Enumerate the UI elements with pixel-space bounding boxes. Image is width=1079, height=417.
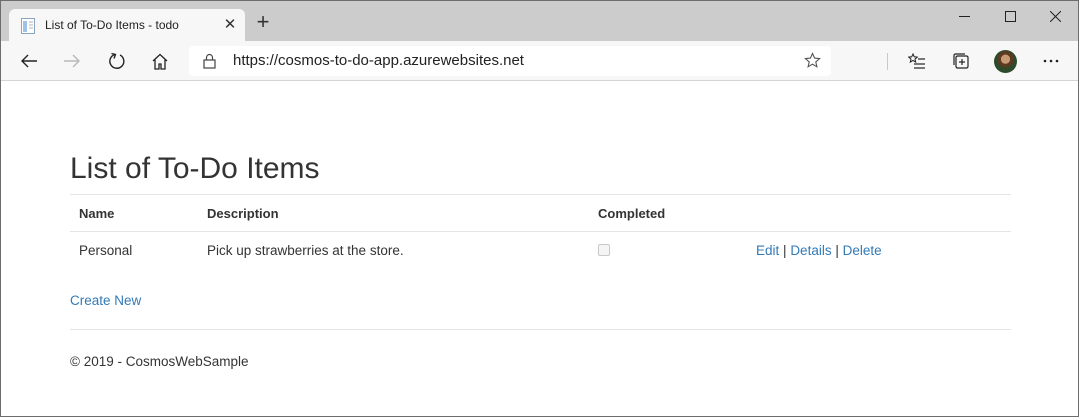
row-actions: Edit | Details | Delete (756, 243, 882, 258)
tab-strip: List of To-Do Items - todo ✕ + (1, 1, 1078, 42)
url-text[interactable]: https://cosmos-to-do-app.azurewebsites.n… (233, 52, 524, 69)
title-divider (70, 194, 1011, 195)
more-options-icon[interactable] (1037, 47, 1065, 75)
tab-close-icon[interactable]: ✕ (221, 16, 239, 34)
back-arrow-icon[interactable] (15, 47, 43, 75)
toolbar-separator (887, 53, 888, 70)
column-header-name: Name (79, 206, 115, 221)
details-link[interactable]: Details (790, 243, 831, 258)
favorite-star-icon[interactable] (804, 52, 821, 69)
browser-toolbar: https://cosmos-to-do-app.azurewebsites.n… (1, 41, 1078, 81)
browser-window: List of To-Do Items - todo ✕ + https://c… (0, 0, 1079, 417)
close-icon[interactable] (1032, 1, 1078, 31)
tab-title: List of To-Do Items - todo (45, 18, 179, 32)
column-header-description: Description (207, 206, 279, 221)
page-title: List of To-Do Items (70, 152, 320, 185)
edit-link[interactable]: Edit (756, 243, 779, 258)
minimize-icon[interactable] (941, 1, 987, 31)
delete-link[interactable]: Delete (843, 243, 882, 258)
row-description: Pick up strawberries at the store. (207, 243, 404, 258)
page-icon (21, 18, 35, 34)
page-content: List of To-Do Items Name Description Com… (1, 82, 1078, 416)
header-divider (70, 231, 1011, 232)
column-header-completed: Completed (598, 206, 666, 221)
action-separator: | (835, 243, 839, 258)
home-icon[interactable] (146, 47, 174, 75)
forward-arrow-icon[interactable] (58, 47, 86, 75)
footer-divider (70, 329, 1011, 330)
profile-avatar[interactable] (994, 50, 1017, 73)
action-separator: | (783, 243, 787, 258)
create-new-link[interactable]: Create New (70, 293, 141, 308)
footer-copyright: © 2019 - CosmosWebSample (70, 354, 249, 369)
lock-icon[interactable] (203, 53, 216, 69)
refresh-icon[interactable] (103, 47, 131, 75)
collections-icon[interactable] (947, 47, 975, 75)
maximize-icon[interactable] (987, 1, 1033, 31)
row-name: Personal (79, 243, 133, 258)
new-tab-button[interactable]: + (252, 11, 274, 34)
favorites-list-icon[interactable] (903, 47, 931, 75)
completed-checkbox (598, 244, 610, 256)
address-bar[interactable]: https://cosmos-to-do-app.azurewebsites.n… (189, 46, 831, 76)
browser-tab[interactable]: List of To-Do Items - todo ✕ (9, 9, 245, 42)
